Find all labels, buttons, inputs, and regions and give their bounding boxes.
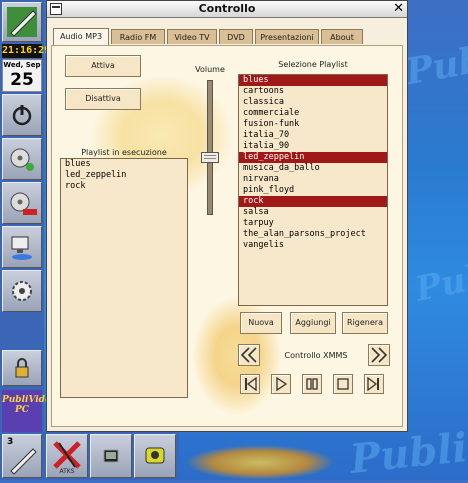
- playing-list[interactable]: blues led_zeppelin rock: [60, 158, 188, 398]
- lock-button[interactable]: [2, 350, 42, 386]
- tab-about[interactable]: About: [321, 29, 363, 44]
- date-number: 25: [10, 70, 34, 90]
- xmms-control-label: Controllo XMMS: [284, 351, 348, 360]
- cdrom-mount-button[interactable]: [2, 138, 42, 180]
- list-item[interactable]: rock: [61, 181, 187, 192]
- playlist-item[interactable]: pink_floyd: [239, 185, 387, 196]
- stop-button[interactable]: [333, 374, 353, 394]
- playlist-item[interactable]: rock: [239, 196, 387, 207]
- dock-clock: 21:16:29: [2, 44, 51, 58]
- network-icon: [11, 236, 32, 260]
- playlist-item[interactable]: fusion-funk: [239, 119, 387, 130]
- playlist-selection-label: Selezione Playlist: [278, 60, 348, 69]
- skip-forward-icon: [367, 376, 379, 392]
- dock-logo-tile[interactable]: [2, 2, 42, 42]
- nuova-button[interactable]: Nuova: [240, 312, 282, 334]
- pause-button[interactable]: [302, 374, 322, 394]
- atks-label: ATKS: [59, 468, 75, 475]
- tab-radio-fm[interactable]: Radio FM: [111, 29, 165, 44]
- bottom-app-quickview[interactable]: [134, 434, 176, 478]
- bottom-app-terminal[interactable]: [90, 434, 132, 478]
- background-watermark: Publi: [347, 423, 468, 483]
- stop-icon: [337, 378, 349, 390]
- attiva-button[interactable]: Attiva: [65, 55, 141, 77]
- tab-video-tv[interactable]: Video TV: [167, 29, 217, 44]
- playlist-item[interactable]: commerciale: [239, 108, 387, 119]
- playlist-item[interactable]: blues: [239, 75, 387, 86]
- power-icon: [12, 105, 32, 126]
- cdrom-eject-button[interactable]: [2, 182, 42, 224]
- playlist-item[interactable]: tarpuy: [239, 218, 387, 229]
- date-day: Wed, Sep: [3, 61, 41, 69]
- window-titlebar[interactable]: Controllo ✕: [47, 1, 407, 18]
- pen-logo-icon: [7, 7, 37, 37]
- lock-icon: [15, 358, 29, 378]
- skip-back-icon: [245, 376, 257, 392]
- publivideo-logo-text: PubliVideo PC: [2, 395, 57, 415]
- playlist-item[interactable]: salsa: [239, 207, 387, 218]
- bottom-app-atks[interactable]: ATKS: [46, 434, 88, 478]
- playlist-item[interactable]: nirvana: [239, 174, 387, 185]
- publivideo-logo: PubliVideo PC: [2, 390, 57, 432]
- rewind-icon: [240, 347, 257, 363]
- playlist-selection-list[interactable]: blues cartoons classica commerciale fusion-f…: [238, 74, 388, 306]
- skip-back-button[interactable]: [240, 374, 260, 394]
- pager-button[interactable]: 3: [2, 434, 42, 478]
- tab-presentazioni[interactable]: Presentazioni: [255, 29, 319, 44]
- aggiungi-button[interactable]: Aggiungi: [290, 312, 336, 334]
- volume-label: Volume: [195, 65, 225, 74]
- audio-mp3-panel: Attiva Disattiva Volume Playlist in esec…: [51, 45, 403, 427]
- window-title: Controllo: [198, 2, 256, 15]
- volume-slider-handle[interactable]: [201, 152, 219, 163]
- play-icon: [276, 376, 288, 392]
- playlist-item[interactable]: cartoons: [239, 86, 387, 97]
- next-track-button[interactable]: [368, 344, 390, 366]
- playlist-item[interactable]: the_alan_parsons_project: [239, 229, 387, 240]
- background-swirl: [185, 445, 335, 480]
- fast-forward-icon: [371, 347, 388, 363]
- rigenera-button[interactable]: Rigenera: [342, 312, 388, 334]
- playlist-item[interactable]: classica: [239, 97, 387, 108]
- play-button[interactable]: [271, 374, 291, 394]
- power-button[interactable]: [2, 94, 42, 136]
- list-item[interactable]: blues: [61, 159, 187, 170]
- list-item[interactable]: led_zeppelin: [61, 170, 187, 181]
- playlist-item[interactable]: italia_90: [239, 141, 387, 152]
- quickview-icon: [145, 447, 165, 464]
- background-watermark: Publi: [411, 250, 468, 310]
- kde-button[interactable]: [2, 270, 42, 312]
- playlist-item[interactable]: led_zeppelin: [239, 152, 387, 163]
- disattiva-button[interactable]: Disattiva: [65, 88, 141, 110]
- playlist-item[interactable]: musica_da_ballo: [239, 163, 387, 174]
- tab-audio-mp3[interactable]: Audio MP3: [53, 28, 109, 45]
- background-watermark: PubliV: [402, 28, 468, 94]
- controllo-window: Controllo ✕ Audio MP3 Radio FM Video TV …: [46, 0, 408, 432]
- tab-dvd[interactable]: DVD: [219, 29, 253, 44]
- cdrom-eject-icon: [10, 192, 37, 215]
- playlist-item[interactable]: italia_70: [239, 130, 387, 141]
- left-dock: 21:16:29 Wed, Sep 25 PubliVideo PC 3: [0, 0, 57, 480]
- playlist-playing-label: Playlist in esecuzione: [81, 148, 167, 157]
- dock-date: Wed, Sep 25: [2, 59, 42, 92]
- network-button[interactable]: [2, 226, 42, 268]
- playlist-item[interactable]: vangelis: [239, 240, 387, 251]
- volume-slider-track[interactable]: [207, 80, 213, 215]
- prev-track-button[interactable]: [238, 344, 260, 366]
- cdrom-icon: [10, 148, 34, 171]
- gear-icon: [12, 281, 32, 301]
- skip-forward-button[interactable]: [364, 374, 384, 394]
- pause-icon: [306, 378, 318, 390]
- close-icon[interactable]: ✕: [393, 1, 404, 16]
- pen-icon: [10, 448, 37, 475]
- terminal-icon: [103, 449, 119, 463]
